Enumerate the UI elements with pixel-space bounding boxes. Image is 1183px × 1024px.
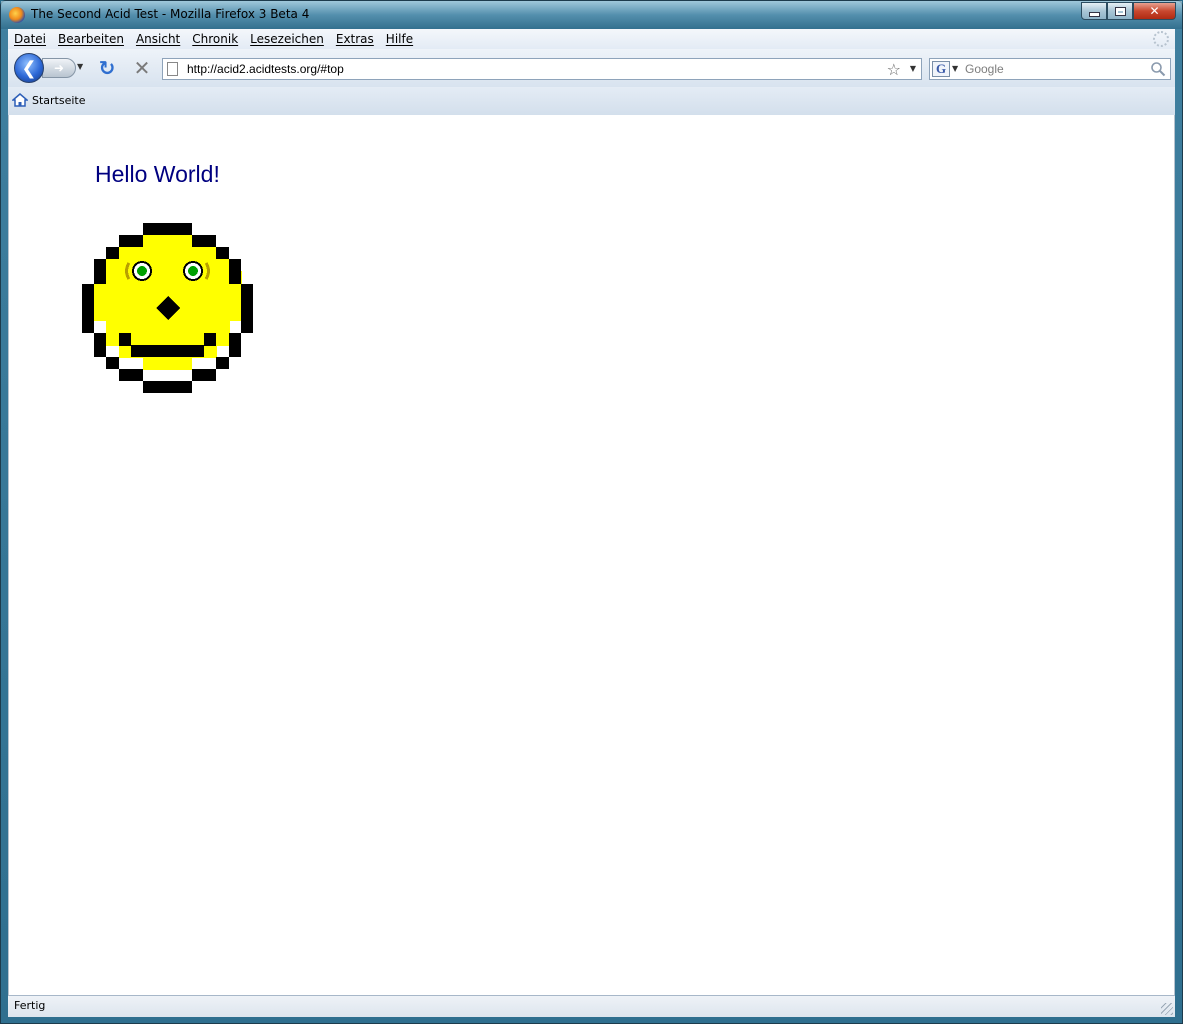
page-content: Hello World! <box>8 115 1175 995</box>
bookmark-startseite[interactable]: Startseite <box>12 93 86 107</box>
search-engine-dropdown-icon[interactable]: ▼ <box>952 64 958 73</box>
url-dropdown-icon[interactable]: ▼ <box>910 64 916 73</box>
menu-hilfe[interactable]: Hilfe <box>380 32 419 46</box>
search-engine-icon[interactable]: G <box>932 61 950 77</box>
page-heading: Hello World! <box>95 161 220 187</box>
close-button[interactable]: ✕ <box>1133 2 1176 20</box>
throbber-icon <box>1153 31 1169 47</box>
forward-button[interactable]: ➜ <box>42 58 76 78</box>
search-input[interactable]: Google <box>965 62 1004 76</box>
maximize-icon <box>1114 6 1126 16</box>
menu-ansicht[interactable]: Ansicht <box>130 32 186 46</box>
menu-lesezeichen[interactable]: Lesezeichen <box>244 32 330 46</box>
close-icon: ✕ <box>1149 4 1160 18</box>
title-bar[interactable]: The Second Acid Test - Mozilla Firefox 3… <box>1 1 1182 29</box>
browser-window: The Second Acid Test - Mozilla Firefox 3… <box>0 0 1183 1024</box>
history-dropdown-icon[interactable]: ▼ <box>77 62 83 71</box>
stop-icon: ✕ <box>133 56 151 80</box>
back-button[interactable]: ❮ <box>14 53 44 83</box>
search-bar[interactable]: G ▼ Google <box>929 58 1171 80</box>
menu-bearbeiten[interactable]: Bearbeiten <box>52 32 130 46</box>
minimize-icon <box>1088 11 1100 17</box>
status-bar: Fertig <box>8 995 1175 1017</box>
url-bar[interactable]: http://acid2.acidtests.org/#top ☆ ▼ <box>162 58 922 80</box>
page-icon <box>167 62 178 76</box>
bookmarks-toolbar: Startseite <box>8 87 1175 116</box>
stop-button[interactable]: ✕ <box>131 56 153 80</box>
window-controls: ✕ <box>1081 2 1176 21</box>
reload-button[interactable]: ↻ <box>96 56 118 80</box>
reload-icon: ↻ <box>98 56 116 80</box>
status-text: Fertig <box>14 999 46 1012</box>
search-icon[interactable] <box>1150 61 1166 77</box>
bookmark-label: Startseite <box>32 93 86 107</box>
bookmark-star-icon[interactable]: ☆ <box>887 60 901 79</box>
window-title: The Second Acid Test - Mozilla Firefox 3… <box>31 7 310 21</box>
maximize-button[interactable] <box>1107 2 1133 20</box>
minimize-button[interactable] <box>1081 2 1107 20</box>
browser-chrome: Datei Bearbeiten Ansicht Chronik Lesezei… <box>8 29 1175 116</box>
forward-arrow-icon: ➜ <box>53 61 65 75</box>
firefox-logo-icon <box>9 7 25 23</box>
acid2-smiley-face <box>82 223 253 393</box>
back-arrow-icon: ❮ <box>21 57 37 79</box>
navigation-toolbar: ➜ ❮ ▼ ↻ ✕ http://acid2.acidtests.org/#to… <box>8 49 1175 87</box>
menu-datei[interactable]: Datei <box>8 32 52 46</box>
menu-extras[interactable]: Extras <box>330 32 380 46</box>
home-icon <box>12 93 28 107</box>
url-text[interactable]: http://acid2.acidtests.org/#top <box>187 62 344 76</box>
menu-chronik[interactable]: Chronik <box>186 32 244 46</box>
menu-bar: Datei Bearbeiten Ansicht Chronik Lesezei… <box>8 29 1175 49</box>
resize-grip-icon[interactable] <box>1161 1003 1173 1015</box>
